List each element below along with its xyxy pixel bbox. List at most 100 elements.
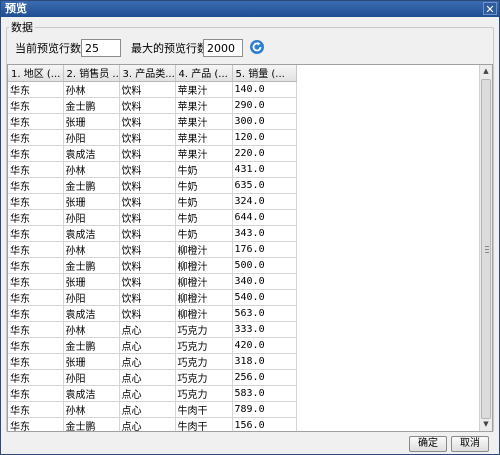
column-header[interactable]: 5. 销量 (...	[232, 65, 297, 82]
table-cell: 苹果汁	[175, 145, 233, 162]
table-cell: 孙林	[63, 401, 120, 418]
table-row[interactable]: 华东 张珊 饮料 牛奶 324.0	[8, 193, 297, 210]
table-cell: 120.0	[232, 129, 297, 146]
column-header[interactable]: 3. 产品类...	[119, 65, 176, 82]
preview-dialog: 预览 ✕ 数据 当前预览行数: 最大的预览行数: 1. 地区 (...2. 销售…	[0, 0, 500, 455]
table-row[interactable]: 华东 张珊 饮料 柳橙汁 340.0	[8, 273, 297, 290]
table-cell: 牛肉干	[175, 401, 233, 418]
table-row[interactable]: 华东 袁成洁 饮料 苹果汁 220.0	[8, 145, 297, 162]
table-cell: 333.0	[232, 321, 297, 338]
table-cell: 饮料	[119, 145, 176, 162]
table-row[interactable]: 华东 张珊 饮料 苹果汁 300.0	[8, 113, 297, 130]
table-cell: 孙林	[63, 321, 120, 338]
table-cell: 巧克力	[175, 385, 233, 402]
table-cell: 华东	[8, 321, 64, 338]
table-cell: 金士鹏	[63, 337, 120, 354]
table-cell: 420.0	[232, 337, 297, 354]
table-row[interactable]: 华东 孙阳 点心 巧克力 256.0	[8, 369, 297, 386]
table-cell: 635.0	[232, 177, 297, 194]
table-cell: 孙阳	[63, 129, 120, 146]
table-row[interactable]: 华东 孙阳 饮料 牛奶 644.0	[8, 209, 297, 226]
column-header[interactable]: 1. 地区 (...	[8, 65, 64, 82]
table-cell: 华东	[8, 257, 64, 274]
table-body: 华东 孙林 饮料 苹果汁 140.0 华东 金士鹏 饮料 苹果汁 290.0 华东 张珊 饮料 苹果汁 30…	[8, 81, 297, 431]
table-cell: 袁成洁	[63, 305, 120, 322]
table-cell: 点心	[119, 353, 176, 370]
table-cell: 孙林	[63, 161, 120, 178]
scroll-down-icon[interactable]: ▼	[480, 418, 492, 431]
table-cell: 540.0	[232, 289, 297, 306]
table-row[interactable]: 华东 孙林 饮料 苹果汁 140.0	[8, 81, 297, 98]
table-cell: 华东	[8, 145, 64, 162]
table-row[interactable]: 华东 金士鹏 饮料 牛奶 635.0	[8, 177, 297, 194]
column-header[interactable]: 4. 产品 (...	[175, 65, 233, 82]
table-cell: 华东	[8, 273, 64, 290]
table-cell: 点心	[119, 385, 176, 402]
table-row[interactable]: 华东 孙阳 饮料 柳橙汁 540.0	[8, 289, 297, 306]
table-row[interactable]: 华东 袁成洁 点心 巧克力 583.0	[8, 385, 297, 402]
vertical-scrollbar[interactable]: ▲ ▼	[479, 65, 492, 431]
table-cell: 袁成洁	[63, 225, 120, 242]
table-row[interactable]: 华东 张珊 点心 巧克力 318.0	[8, 353, 297, 370]
table-cell: 牛肉干	[175, 417, 233, 431]
cancel-button[interactable]: 取消	[451, 436, 489, 452]
table-cell: 343.0	[232, 225, 297, 242]
table-cell: 金士鹏	[63, 417, 120, 431]
scroll-up-icon[interactable]: ▲	[480, 65, 492, 78]
table-row[interactable]: 华东 金士鹏 点心 巧克力 420.0	[8, 337, 297, 354]
table-cell: 柳橙汁	[175, 289, 233, 306]
table-cell: 644.0	[232, 209, 297, 226]
max-rows-input[interactable]	[203, 39, 243, 57]
refresh-icon[interactable]	[249, 39, 265, 55]
ok-button[interactable]: 确定	[409, 436, 447, 452]
table-cell: 点心	[119, 401, 176, 418]
current-rows-input[interactable]	[81, 39, 121, 57]
table-cell: 华东	[8, 81, 64, 98]
table-cell: 点心	[119, 337, 176, 354]
table-cell: 饮料	[119, 305, 176, 322]
grip-line	[485, 252, 489, 253]
table-cell: 饮料	[119, 177, 176, 194]
table-row[interactable]: 华东 孙林 饮料 柳橙汁 176.0	[8, 241, 297, 258]
table-cell: 金士鹏	[63, 257, 120, 274]
table-cell: 饮料	[119, 81, 176, 98]
table-cell: 孙林	[63, 81, 120, 98]
table-cell: 袁成洁	[63, 145, 120, 162]
scroll-thumb[interactable]	[481, 79, 491, 419]
table-row[interactable]: 华东 袁成洁 饮料 牛奶 343.0	[8, 225, 297, 242]
table-cell: 789.0	[232, 401, 297, 418]
table-row[interactable]: 华东 金士鹏 点心 牛肉干 156.0	[8, 417, 297, 431]
table-row[interactable]: 华东 金士鹏 饮料 柳橙汁 500.0	[8, 257, 297, 274]
table-cell: 华东	[8, 129, 64, 146]
table-cell: 华东	[8, 241, 64, 258]
table-cell: 张珊	[63, 273, 120, 290]
table-row[interactable]: 华东 孙林 点心 牛肉干 789.0	[8, 401, 297, 418]
window-titlebar[interactable]: 预览 ✕	[1, 1, 499, 17]
close-button[interactable]: ✕	[483, 2, 497, 16]
table-row[interactable]: 华东 金士鹏 饮料 苹果汁 290.0	[8, 97, 297, 114]
table-cell: 华东	[8, 385, 64, 402]
column-header[interactable]: 2. 销售员 ...	[63, 65, 120, 82]
table-cell: 苹果汁	[175, 97, 233, 114]
table-cell: 巧克力	[175, 369, 233, 386]
table-row[interactable]: 华东 袁成洁 饮料 柳橙汁 563.0	[8, 305, 297, 322]
table-cell: 256.0	[232, 369, 297, 386]
table-row[interactable]: 华东 孙阳 饮料 苹果汁 120.0	[8, 129, 297, 146]
table-header-row: 1. 地区 (... 2. 销售员 ... 3. 产品类... 4. 产品 (... 5…	[8, 65, 297, 82]
table-row[interactable]: 华东 孙林 点心 巧克力 333.0	[8, 321, 297, 338]
table-cell: 563.0	[232, 305, 297, 322]
table-cell: 苹果汁	[175, 129, 233, 146]
table-cell: 176.0	[232, 241, 297, 258]
table-cell: 华东	[8, 369, 64, 386]
current-rows-label: 当前预览行数:	[15, 42, 85, 55]
table-cell: 金士鹏	[63, 97, 120, 114]
table-cell: 点心	[119, 321, 176, 338]
table-cell: 饮料	[119, 257, 176, 274]
table-row[interactable]: 华东 孙林 饮料 牛奶 431.0	[8, 161, 297, 178]
table-cell: 巧克力	[175, 321, 233, 338]
table-cell: 苹果汁	[175, 113, 233, 130]
table-cell: 点心	[119, 369, 176, 386]
table-cell: 柳橙汁	[175, 257, 233, 274]
table-cell: 孙阳	[63, 369, 120, 386]
table-cell: 张珊	[63, 193, 120, 210]
